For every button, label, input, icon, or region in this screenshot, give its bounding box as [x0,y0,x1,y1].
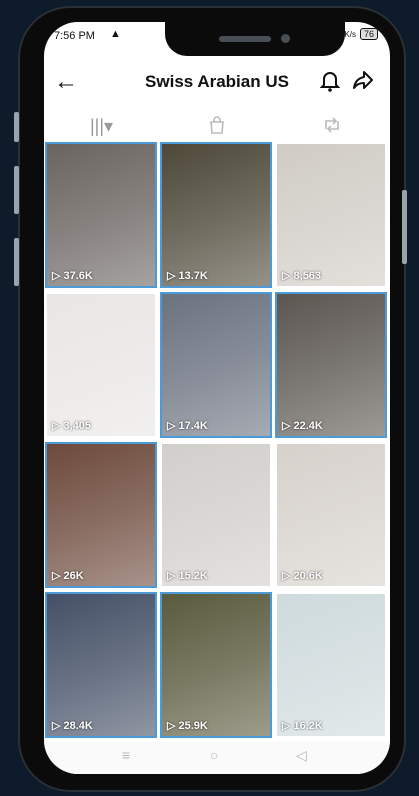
view-count: ▷ 37.6K [52,269,93,282]
side-button [14,238,19,286]
view-count: ▷ 8,563 [282,269,321,282]
video-grid: ▷ 37.6K ▷ 13.7K ▷ 8,563 ▷ 3,405 ▷ 17.4K ▷ 22.… [44,142,390,742]
thumbnail-image [277,594,385,736]
view-count: ▷ 15.2K [167,569,208,582]
warning-icon: ▲ [110,28,121,40]
view-count-value: 16.2K [293,720,323,732]
battery-level: 76 [359,28,378,40]
repost-icon [324,117,339,133]
thumbnail-image [47,594,155,736]
play-icon: ▷ [282,420,294,432]
back-nav-icon[interactable]: ◁ [296,747,307,764]
tab-reposts[interactable] [274,116,389,142]
bell-icon[interactable] [319,70,341,97]
view-count-value: 17.4K [178,420,208,432]
view-count: ▷ 22.4K [282,419,323,432]
view-count-value: 13.7K [178,270,208,282]
view-count-value: 8,563 [293,270,322,282]
video-thumbnail[interactable]: ▷ 13.7K [160,142,272,288]
play-icon: ▷ [52,570,64,582]
video-thumbnail[interactable]: ▷ 25.9K [160,592,272,738]
view-count-value: 3,405 [63,420,92,432]
thumbnail-image [277,144,385,286]
play-icon: ▷ [282,720,294,732]
system-nav-bar: ≡ ○ ◁ [44,742,390,774]
status-time: 7:56 PM [54,30,95,42]
tab-videos[interactable]: |||▾ [44,116,159,142]
menu-nav-icon[interactable]: ≡ [122,747,130,763]
view-count: ▷ 17.4K [167,419,208,432]
video-thumbnail[interactable]: ▷ 22.4K [275,292,387,438]
thumbnail-image [162,444,270,586]
play-icon: ▷ [282,270,294,282]
video-thumbnail[interactable]: ▷ 15.2K [160,442,272,588]
profile-tabs: |||▾ [44,116,390,144]
view-count: ▷ 3,405 [52,419,91,432]
notch [165,22,345,56]
video-thumbnail[interactable]: ▷ 8,563 [275,142,387,288]
thumbnail-image [162,294,270,436]
share-icon[interactable] [352,70,374,95]
view-count: ▷ 13.7K [167,269,208,282]
view-count: ▷ 20.6K [282,569,323,582]
video-thumbnail[interactable]: ▷ 3,405 [45,292,157,438]
side-button [14,166,19,214]
play-icon: ▷ [282,570,294,582]
thumbnail-image [277,294,385,436]
video-thumbnail[interactable]: ▷ 26K [45,442,157,588]
video-thumbnail[interactable]: ▷ 16.2K [275,592,387,738]
play-icon: ▷ [167,420,179,432]
video-thumbnail[interactable]: ▷ 20.6K [275,442,387,588]
view-count-value: 26K [63,570,84,582]
thumbnail-image [162,594,270,736]
video-thumbnail[interactable]: ▷ 28.4K [45,592,157,738]
video-thumbnail[interactable]: ▷ 37.6K [45,142,157,288]
view-count-value: 20.6K [293,570,323,582]
home-nav-icon[interactable]: ○ [210,747,218,763]
speaker [219,36,271,42]
app-screen: 7:56 PM ▲ 4G 1.28 K/s 76 ← Swiss Arabian… [44,22,390,774]
play-icon: ▷ [167,270,179,282]
play-icon: ▷ [167,720,179,732]
view-count-value: 15.2K [178,570,208,582]
play-icon: ▷ [52,720,64,732]
view-count-value: 22.4K [293,420,323,432]
view-count-value: 28.4K [63,720,93,732]
play-icon: ▷ [52,270,64,282]
play-icon: ▷ [52,420,64,432]
thumbnail-image [47,144,155,286]
power-button [402,190,407,264]
video-thumbnail[interactable]: ▷ 17.4K [160,292,272,438]
view-count-value: 37.6K [63,270,93,282]
play-icon: ▷ [167,570,179,582]
thumbnail-image [162,144,270,286]
view-count: ▷ 16.2K [282,719,323,732]
view-count: ▷ 25.9K [167,719,208,732]
tab-shop[interactable] [159,116,274,142]
thumbnail-image [277,444,385,586]
view-count: ▷ 26K [52,569,84,582]
profile-header: ← Swiss Arabian US [44,62,390,102]
thumbnail-image [47,294,155,436]
view-count-value: 25.9K [178,720,208,732]
shopping-bag-icon [209,116,224,134]
camera [281,34,290,43]
view-count: ▷ 28.4K [52,719,93,732]
side-button [14,112,19,142]
thumbnail-image [47,444,155,586]
